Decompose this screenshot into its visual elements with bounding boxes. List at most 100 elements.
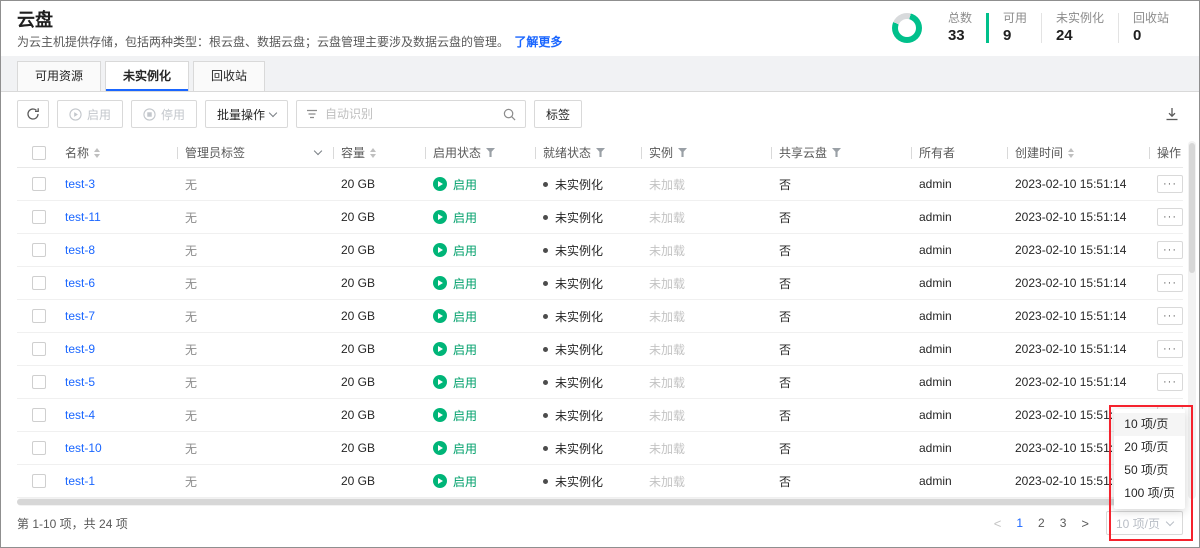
enable-button[interactable]: 启用 bbox=[57, 100, 123, 128]
column-label-ready-status: 就绪状态 bbox=[543, 144, 591, 161]
subtitle-text: 为云主机提供存储，包括两种类型：根云盘、数据云盘；云盘管理主要涉及数据云盘的管理… bbox=[17, 35, 509, 49]
column-header-ready-status[interactable]: 就绪状态 bbox=[535, 138, 641, 167]
row-actions-button[interactable]: ··· bbox=[1157, 373, 1183, 391]
row-checkbox[interactable] bbox=[32, 408, 46, 422]
disk-name-link[interactable]: test-7 bbox=[65, 309, 95, 323]
capacity-cell: 20 GB bbox=[333, 408, 425, 422]
column-header-name[interactable]: 名称 bbox=[57, 138, 177, 167]
table-row: test-5 无 20 GB 启用 未实例化 未加载 否 admin 2023-… bbox=[17, 366, 1183, 399]
tab-available-resources[interactable]: 可用资源 bbox=[17, 61, 101, 91]
filter-funnel-icon[interactable] bbox=[678, 148, 687, 157]
page-number-2[interactable]: 2 bbox=[1038, 516, 1045, 530]
column-label-instance: 实例 bbox=[649, 144, 673, 161]
owner-cell: admin bbox=[911, 309, 1007, 323]
row-checkbox[interactable] bbox=[32, 177, 46, 191]
page-size-select[interactable]: 10 项/页 bbox=[1106, 511, 1183, 535]
refresh-button[interactable] bbox=[17, 100, 49, 128]
select-all-checkbox[interactable] bbox=[32, 146, 46, 160]
disk-name-link[interactable]: test-3 bbox=[65, 177, 95, 191]
created-cell: 2023-02-10 15:51:14 bbox=[1007, 177, 1149, 191]
column-header-enable-status[interactable]: 启用状态 bbox=[425, 138, 535, 167]
export-button[interactable] bbox=[1161, 103, 1183, 125]
row-checkbox[interactable] bbox=[32, 210, 46, 224]
ready-status-cell: 未实例化 bbox=[535, 341, 641, 358]
disk-name-link[interactable]: test-4 bbox=[65, 408, 95, 422]
disk-name-link[interactable]: test-1 bbox=[65, 474, 95, 488]
filter-funnel-icon[interactable] bbox=[596, 148, 605, 157]
disk-table: 名称 管理员标签 容量 启用状态 就绪状态 bbox=[17, 138, 1183, 498]
ready-status-cell: 未实例化 bbox=[535, 275, 641, 292]
search-input[interactable] bbox=[325, 107, 496, 121]
toolbar: 启用 停用 批量操作 标签 bbox=[17, 100, 1183, 128]
learn-more-link[interactable]: 了解更多 bbox=[514, 35, 562, 49]
disk-name-link[interactable]: test-11 bbox=[65, 210, 101, 224]
row-checkbox[interactable] bbox=[32, 342, 46, 356]
search-icon[interactable] bbox=[503, 108, 516, 121]
disk-name-link[interactable]: test-10 bbox=[65, 441, 102, 455]
filter-funnel-icon[interactable] bbox=[486, 148, 495, 157]
row-checkbox[interactable] bbox=[32, 243, 46, 257]
disk-name-link[interactable]: test-5 bbox=[65, 375, 95, 389]
page-number-1[interactable]: 1 bbox=[1016, 516, 1023, 530]
enabled-badge-icon bbox=[433, 441, 447, 455]
column-header-instance[interactable]: 实例 bbox=[641, 138, 771, 167]
batch-actions-button[interactable]: 批量操作 bbox=[205, 100, 288, 128]
page-size-option-100[interactable]: 100 项/页 bbox=[1114, 482, 1185, 505]
page-size-option-20[interactable]: 20 项/页 bbox=[1114, 436, 1185, 459]
table-row: test-10 无 20 GB 启用 未实例化 未加载 否 admin 2023… bbox=[17, 432, 1183, 465]
sort-icon[interactable] bbox=[1068, 148, 1074, 158]
disk-name-link[interactable]: test-8 bbox=[65, 243, 95, 257]
tab-uninstantiated[interactable]: 未实例化 bbox=[105, 61, 189, 91]
stat-available: 可用 9 bbox=[989, 11, 1041, 44]
filter-funnel-icon[interactable] bbox=[832, 148, 841, 157]
sort-icon[interactable] bbox=[370, 148, 376, 158]
admin-tag-cell: 无 bbox=[177, 473, 333, 490]
disable-button[interactable]: 停用 bbox=[131, 100, 197, 128]
row-checkbox[interactable] bbox=[32, 441, 46, 455]
row-actions-button[interactable]: ··· bbox=[1157, 208, 1183, 226]
next-page-button[interactable]: > bbox=[1081, 516, 1089, 531]
chevron-down-icon[interactable] bbox=[314, 147, 322, 155]
row-checkbox[interactable] bbox=[32, 474, 46, 488]
disk-name-link[interactable]: test-6 bbox=[65, 276, 95, 290]
created-cell: 2023-02-10 15:51:14 bbox=[1007, 309, 1149, 323]
prev-page-button[interactable]: < bbox=[994, 516, 1002, 531]
sort-icon[interactable] bbox=[94, 148, 100, 158]
disk-name-link[interactable]: test-9 bbox=[65, 342, 95, 356]
row-actions-button[interactable]: ··· bbox=[1157, 340, 1183, 358]
table-row: test-4 无 20 GB 启用 未实例化 未加载 否 admin 2023-… bbox=[17, 399, 1183, 432]
row-checkbox[interactable] bbox=[32, 309, 46, 323]
tag-button[interactable]: 标签 bbox=[534, 100, 582, 128]
row-actions-button[interactable]: ··· bbox=[1157, 274, 1183, 292]
refresh-icon bbox=[26, 107, 40, 121]
tab-recycle-bin[interactable]: 回收站 bbox=[193, 61, 265, 91]
vertical-scrollbar[interactable] bbox=[1188, 141, 1196, 499]
column-header-shared-disk[interactable]: 共享云盘 bbox=[771, 138, 911, 167]
operations-cell: ··· bbox=[1149, 373, 1183, 391]
row-actions-button[interactable]: ··· bbox=[1157, 307, 1183, 325]
column-label-enable-status: 启用状态 bbox=[433, 144, 481, 161]
column-header-admin-tag[interactable]: 管理员标签 bbox=[177, 138, 333, 167]
row-actions-button[interactable]: ··· bbox=[1157, 241, 1183, 259]
name-cell: test-5 bbox=[57, 375, 177, 389]
page-number-3[interactable]: 3 bbox=[1060, 516, 1067, 530]
page-size-option-50[interactable]: 50 项/页 bbox=[1114, 459, 1185, 482]
horizontal-scrollbar-thumb[interactable] bbox=[17, 499, 1136, 505]
ready-status-cell: 未实例化 bbox=[535, 209, 641, 226]
filter-lines-icon bbox=[306, 109, 318, 119]
shared-cell: 否 bbox=[771, 209, 911, 226]
horizontal-scrollbar[interactable] bbox=[17, 498, 1183, 506]
admin-tag-cell: 无 bbox=[177, 374, 333, 391]
page-size-option-10[interactable]: 10 项/页 bbox=[1114, 413, 1185, 436]
enable-status-cell: 启用 bbox=[425, 341, 535, 358]
stat-total-value: 33 bbox=[948, 28, 972, 44]
row-checkbox[interactable] bbox=[32, 375, 46, 389]
vertical-scrollbar-thumb[interactable] bbox=[1189, 143, 1195, 273]
ready-status-cell: 未实例化 bbox=[535, 176, 641, 193]
search-box[interactable] bbox=[296, 100, 526, 128]
row-checkbox[interactable] bbox=[32, 276, 46, 290]
stat-available-value: 9 bbox=[1003, 28, 1027, 44]
column-header-capacity[interactable]: 容量 bbox=[333, 138, 425, 167]
column-header-created[interactable]: 创建时间 bbox=[1007, 138, 1149, 167]
row-actions-button[interactable]: ··· bbox=[1157, 175, 1183, 193]
